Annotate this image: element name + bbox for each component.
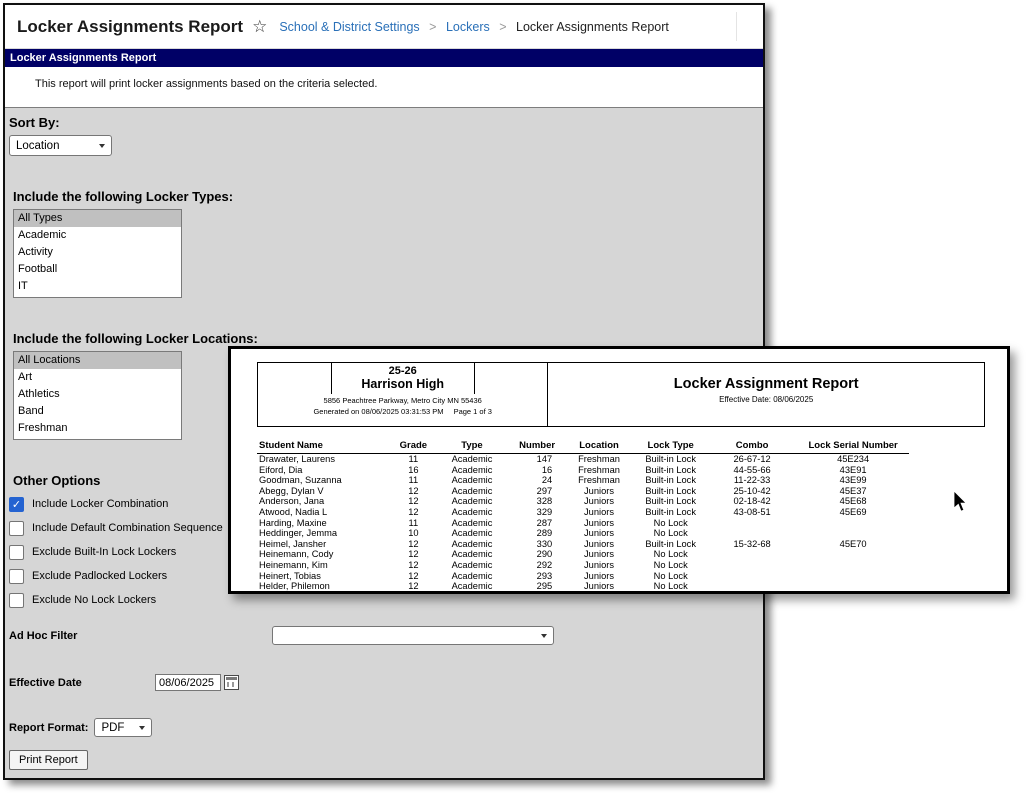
print-report-button[interactable]: Print Report [9,750,88,770]
table-row: Harding, Maxine 11 Academic 287 Juniors … [259,517,688,528]
column-header: Grade [393,440,433,454]
listbox-option[interactable]: Football [14,261,181,278]
sort-by-label: Sort By: [9,115,60,130]
report-table: Student Name Grade Type Number Location … [257,440,909,592]
checkbox-label: Include Default Combination Sequence [32,522,223,534]
locker-types-label: Include the following Locker Types: [13,189,234,204]
table-row: Atwood, Nadia L 12 Academic 329 Juniors … [259,506,867,517]
table-row: Drawater, Laurens 11 Academic 147 Freshm… [259,454,870,464]
ad-hoc-filter-select[interactable] [272,626,554,645]
table-row: Eiford, Dia 16 Academic 16 Freshman Buil… [259,464,867,475]
report-format-row: Report Format: PDF [9,718,763,737]
column-header: Student Name [257,440,394,454]
checkbox[interactable] [9,520,24,536]
checkbox-label: Include Locker Combination [32,498,169,510]
mouse-cursor [953,490,968,512]
report-effective-date: Effective Date: 08/06/2025 [719,394,814,404]
table-row: Heinemann, Kim 12 Academic 292 Juniors N… [259,559,688,570]
chevron-down-icon [541,633,547,638]
table-row: Helder, Philemon 12 Academic 295 Juniors… [259,581,688,592]
breadcrumb: School & District Settings > Lockers > L… [279,20,669,34]
school-address: 5856 Peachtree Parkway, Metro City MN 55… [323,396,482,405]
report-format-value: PDF [101,721,125,734]
table-row: Heinemann, Cody 12 Academic 290 Juniors … [259,549,688,560]
sort-by-select[interactable]: Location [9,135,112,156]
listbox-option[interactable]: Freshman [14,420,181,437]
listbox-option[interactable]: IT [14,278,181,295]
calendar-icon[interactable] [224,675,239,690]
listbox-option[interactable]: Art [14,369,181,386]
listbox-option[interactable]: Athletics [14,386,181,403]
report-description: This report will print locker assignment… [5,67,763,108]
report-table-header-row: Student Name Grade Type Number Location … [257,440,909,454]
column-header: Location [563,440,635,454]
checkbox[interactable] [9,568,24,584]
table-row: Abegg, Dylan V 12 Academic 297 Juniors B… [259,485,867,496]
checkbox-label: Exclude No Lock Lockers [32,594,157,606]
effective-date-input[interactable] [155,674,221,691]
checkbox-label: Exclude Padlocked Lockers [32,570,168,582]
ad-hoc-filter-label: Ad Hoc Filter [9,629,78,642]
ad-hoc-filter-row: Ad Hoc Filter [9,626,763,645]
table-row: Goodman, Suzanna 11 Academic 24 Freshman… [259,475,867,486]
report-table-body: Drawater, Laurens 11 Academic 147 Freshm… [257,454,909,592]
breadcrumb-school-district-settings[interactable]: School & District Settings [279,20,419,34]
column-header: Lock Serial Number [797,440,909,454]
generated-timestamp: Generated on 08/06/2025 03:31:53 PM [313,407,444,416]
report-format-label: Report Format: [9,721,89,734]
generated-line: Generated on 08/06/2025 03:31:53 PM Page… [313,407,491,416]
locker-locations-listbox[interactable]: All Locations Art Athletics Band Freshman [13,351,182,440]
listbox-option[interactable]: All Locations [14,352,181,369]
locker-types-listbox[interactable]: All Types Academic Activity Football IT [13,209,182,298]
school-name-box: 25-26 Harrison High [330,363,475,394]
breadcrumb-separator-icon: > [429,19,437,34]
chevron-down-icon [139,725,146,730]
listbox-option[interactable]: Activity [14,244,181,261]
listbox-option[interactable]: All Types [14,210,181,227]
breadcrumb-lockers[interactable]: Lockers [446,20,490,34]
listbox-option[interactable]: Band [14,403,181,420]
locker-locations-label: Include the following Locker Locations: [13,331,258,346]
checkbox[interactable] [9,544,24,560]
page-title: Locker Assignments Report [17,16,244,36]
app-header: Locker Assignments Report ☆ School & Dis… [5,5,763,49]
school-year: 25-26 [388,365,417,377]
report-preview-window: 25-26 Harrison High 5856 Peachtree Parkw… [228,346,1010,594]
report-header: 25-26 Harrison High 5856 Peachtree Parkw… [257,362,985,427]
checkbox[interactable] [9,592,24,608]
sort-by-value: Location [16,139,60,152]
report-header-school: 25-26 Harrison High 5856 Peachtree Parkw… [258,363,549,426]
school-name: Harrison High [361,377,445,391]
report-header-title: Locker Assignment Report Effective Date:… [548,363,984,426]
chevron-down-icon [99,143,105,148]
checkbox-row[interactable]: Exclude No Lock Lockers [9,592,763,608]
column-header: Type [432,440,512,454]
page-indicator: Page 1 of 3 [453,407,492,416]
table-row: Heinert, Tobias 12 Academic 293 Juniors … [259,570,688,581]
breadcrumb-current-page: Locker Assignments Report [516,19,669,34]
header-divider [736,12,737,41]
table-row: Heimel, Jansher 12 Academic 330 Juniors … [259,538,867,549]
report-title-bar: Locker Assignments Report [5,49,763,67]
listbox-option[interactable]: Academic [14,227,181,244]
favorite-star-icon[interactable]: ☆ [252,17,267,37]
checkbox[interactable] [9,496,24,512]
column-header: Number [511,440,564,454]
column-header: Combo [706,440,798,454]
report-title: Locker Assignment Report [673,375,859,392]
table-row: Anderson, Jana 12 Academic 328 Juniors B… [259,496,867,507]
effective-date-row: Effective Date [9,674,763,691]
column-header: Lock Type [634,440,707,454]
checkbox-label: Exclude Built-In Lock Lockers [32,546,177,558]
table-row: Heddinger, Jemma 10 Academic 289 Juniors… [259,528,688,539]
report-format-select[interactable]: PDF [94,718,153,737]
breadcrumb-separator-icon: > [499,19,507,34]
effective-date-label: Effective Date [9,676,82,689]
